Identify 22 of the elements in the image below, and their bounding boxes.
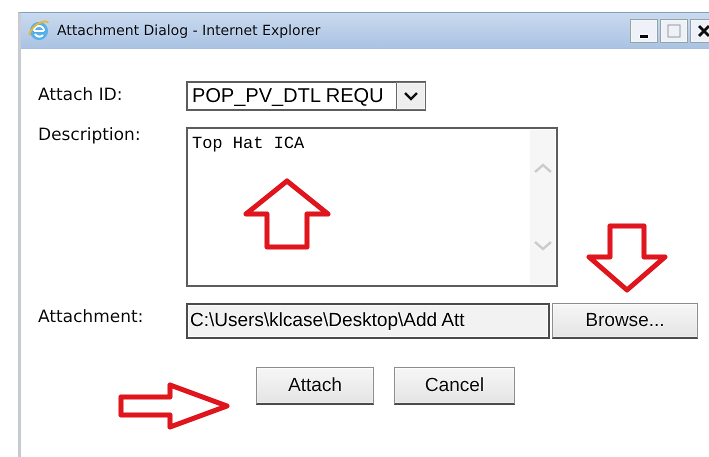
cancel-button[interactable]: Cancel	[394, 367, 515, 405]
browse-button[interactable]: Browse...	[552, 303, 698, 339]
scroll-down-icon	[534, 241, 552, 251]
minimize-button[interactable]	[630, 19, 658, 43]
scrollbar[interactable]	[530, 129, 556, 285]
caret-icon	[403, 91, 419, 101]
up-arrow-icon	[243, 178, 331, 250]
right-arrow-icon	[118, 382, 230, 430]
description-field[interactable]: Top Hat ICA	[186, 127, 558, 287]
file-path-field[interactable]: C:\Users\klcase\Desktop\Add Att	[186, 303, 550, 339]
window-title: Attachment Dialog - Internet Explorer	[57, 23, 322, 39]
field-label: Description:	[38, 124, 142, 145]
scroll-up-icon	[534, 163, 552, 173]
field-label: Attachment:	[38, 306, 144, 327]
minimize-icon	[640, 34, 648, 38]
down-arrow-icon	[586, 223, 668, 293]
maximize-icon	[667, 24, 681, 38]
attach-id-dropdown[interactable]: POP_PV_DTL REQU	[186, 81, 426, 111]
browser-logo-icon	[27, 19, 51, 43]
field-label: Attach ID:	[38, 84, 124, 105]
attach-button[interactable]: Attach	[256, 367, 374, 405]
close-icon	[697, 24, 709, 38]
